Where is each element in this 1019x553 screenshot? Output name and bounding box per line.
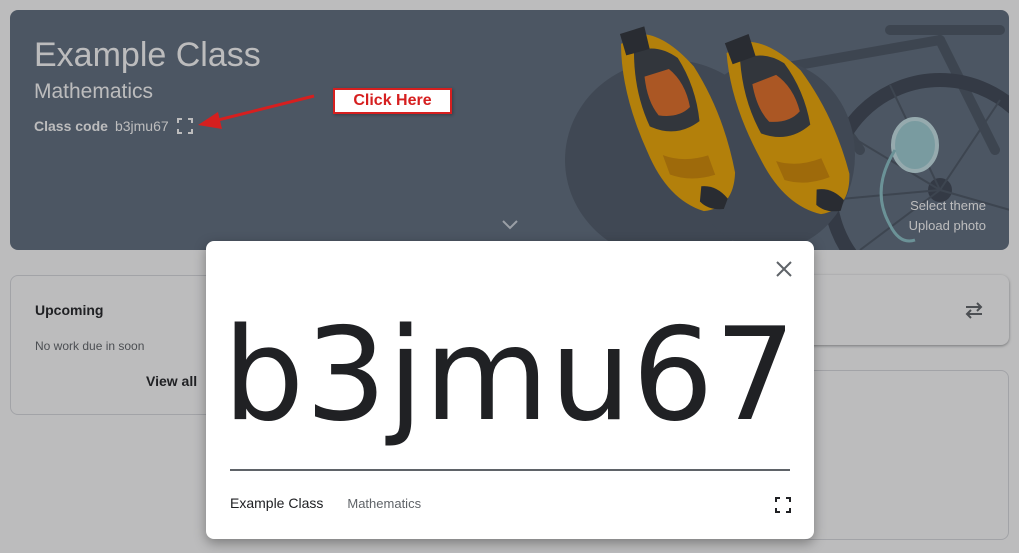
annotation-arrow-icon (198, 94, 315, 129)
click-here-annotation: Click Here (333, 88, 452, 114)
